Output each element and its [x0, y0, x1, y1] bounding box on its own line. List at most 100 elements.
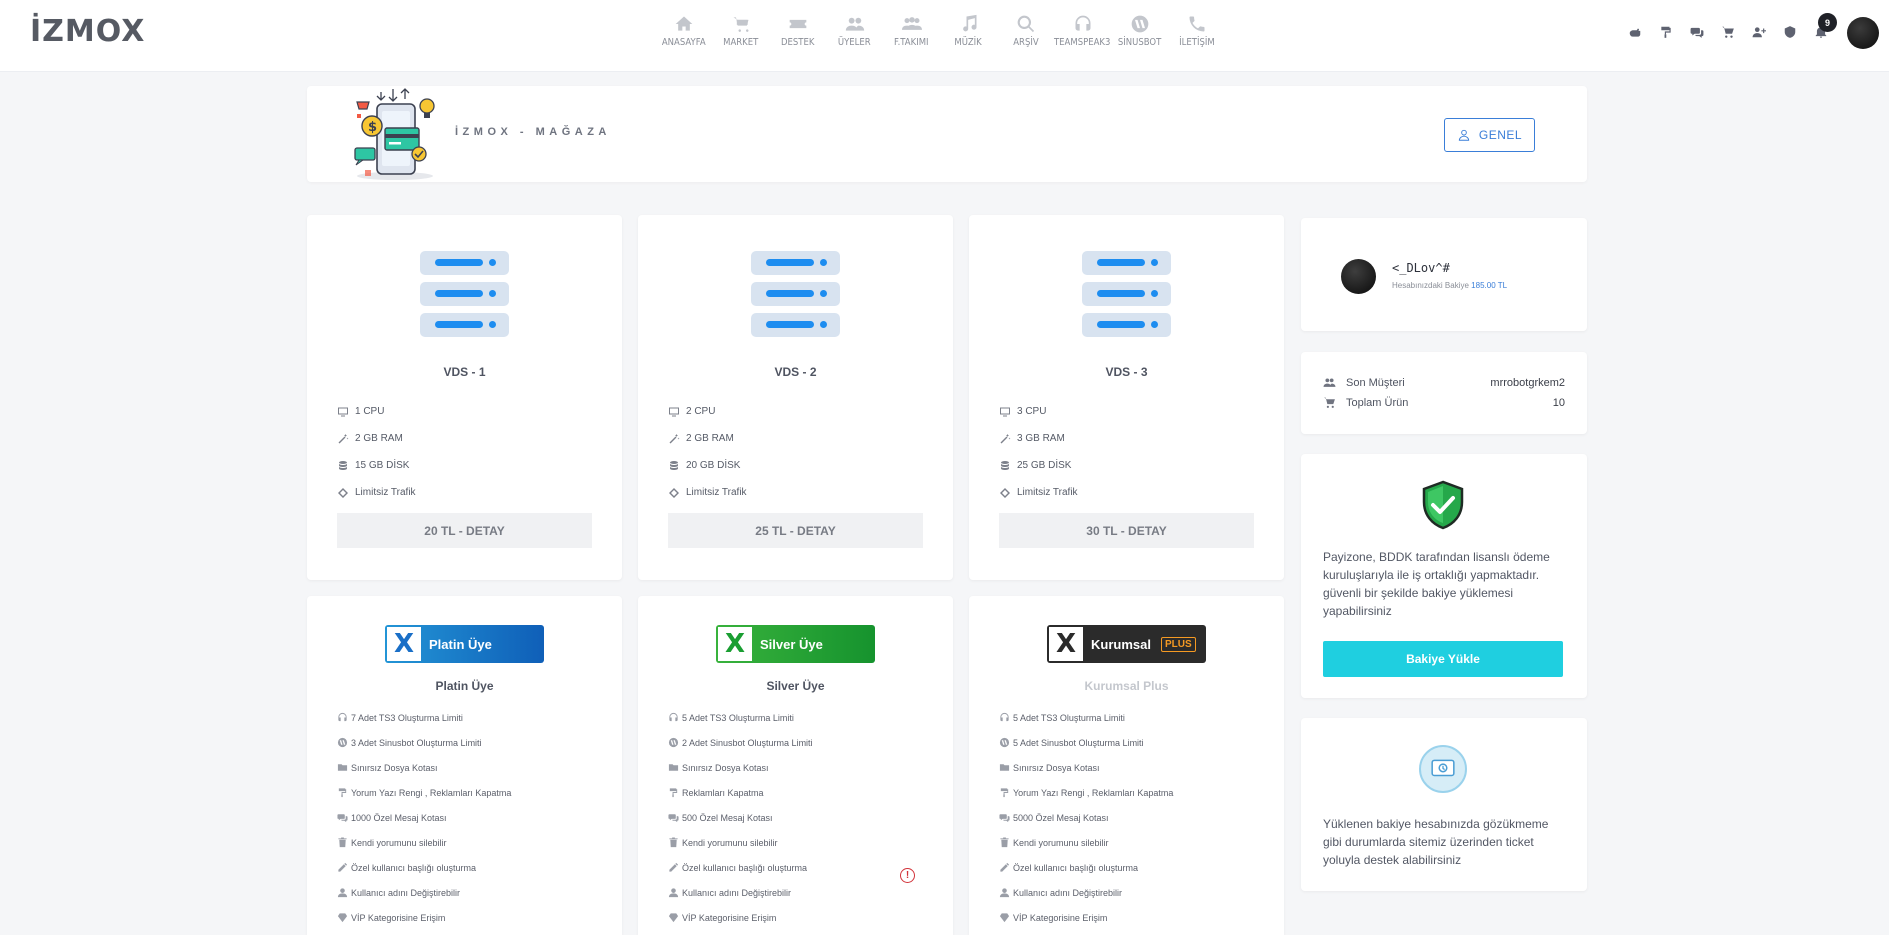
nav-item-members[interactable]: ÜYELER: [826, 14, 883, 48]
last-customer-value[interactable]: mrrobotgrkem2: [1490, 377, 1565, 389]
nav-item-market[interactable]: MARKET: [712, 14, 769, 48]
nav-label: İLETİŞİM: [1178, 37, 1215, 48]
nav-item-archive[interactable]: ARŞİV: [997, 14, 1054, 48]
membership-card-corporate: X Kurumsal PLUS Kurumsal Plus 5 Adet TS3…: [969, 596, 1284, 935]
support-ticket-icon: [1419, 745, 1467, 793]
database-icon: [339, 460, 347, 470]
vds-title: VDS - 3: [1105, 365, 1148, 379]
avatar[interactable]: [1341, 259, 1376, 294]
perk-item: Yorum Yazı Rengi , Reklamları Kapatma: [999, 780, 1173, 805]
perk-item: Özel kullanıcı başlığı oluşturma: [337, 855, 511, 880]
balance-text: Hesabınızdaki Bakiye 185.00 TL: [1392, 281, 1508, 290]
database-icon: [1001, 460, 1009, 470]
perk-item: Reklamları Kapatma: [668, 780, 813, 805]
perk-item: 7 Adet TS3 Oluşturma Limiti: [337, 705, 511, 730]
nav-label: F.TAKIMI: [894, 37, 929, 48]
hand-icon-button[interactable]: [1625, 22, 1645, 42]
nav-label: MARKET: [722, 37, 759, 48]
server-icon: [1082, 251, 1171, 340]
membership-title: Kurumsal Plus: [1084, 679, 1169, 693]
nav-item-support[interactable]: DESTEK: [769, 14, 826, 48]
general-button[interactable]: GENEL: [1444, 118, 1535, 152]
folder-icon: [337, 764, 348, 771]
membership-perk-list: 7 Adet TS3 Oluşturma Limiti 3 Adet Sinus…: [337, 705, 511, 930]
perk-item: 5 Adet TS3 Oluşturma Limiti: [999, 705, 1173, 730]
perk-item: Kendi yorumunu silebilir: [668, 830, 813, 855]
perk-item: VİP Kategorisine Erişim: [668, 905, 813, 930]
user-icon: [668, 888, 679, 898]
nav-label: ANASAYFA: [661, 37, 706, 48]
vds-detail-button[interactable]: 25 TL - DETAY: [668, 513, 923, 548]
pencil-icon: [669, 862, 679, 872]
folder-icon: [668, 764, 679, 771]
perk-item: 3 Adet Sinusbot Oluşturma Limiti: [337, 730, 511, 755]
warning-icon[interactable]: !: [900, 868, 915, 883]
chat-icon: [668, 814, 679, 823]
nav-item-teamspeak[interactable]: TEAMSPEAK3: [1054, 14, 1111, 48]
vds-spec-list: 1 CPU 2 GB RAM 15 GB DİSK Limitsiz Trafi…: [337, 398, 416, 506]
nav-label: ARŞİV: [1012, 37, 1039, 48]
perk-item: Kullanıcı adını Değiştirebilir: [668, 880, 813, 905]
membership-perk-list: 5 Adet TS3 Oluşturma Limiti 5 Adet Sinus…: [999, 705, 1173, 930]
perk-item: Kendi yorumunu silebilir: [999, 830, 1173, 855]
pencil-icon: [338, 862, 348, 872]
cart-icon: [733, 17, 748, 32]
vds-spec-list: 2 CPU 2 GB RAM 20 GB DİSK Limitsiz Trafi…: [668, 398, 747, 506]
membership-card-silver: X Silver Üye Silver Üye 5 Adet TS3 Oluşt…: [638, 596, 953, 935]
shield-check-icon: [1422, 480, 1464, 530]
perk-item: 1000 Özel Mesaj Kotası: [337, 805, 511, 830]
search-icon: [1017, 15, 1034, 33]
headset-icon: [1000, 712, 1009, 722]
perk-item: Yorum Yazı Rengi , Reklamları Kapatma: [337, 780, 511, 805]
notifications-button[interactable]: 9: [1811, 13, 1837, 42]
brush-icon: [338, 788, 347, 798]
svg-text:$: $: [368, 120, 377, 135]
team-icon: [901, 17, 922, 30]
nav-item-music[interactable]: MÜZİK: [940, 14, 997, 48]
vds-detail-button[interactable]: 30 TL - DETAY: [999, 513, 1254, 548]
database-icon: [670, 460, 678, 470]
cart-icon: [1722, 26, 1734, 38]
add-friend-icon-button[interactable]: [1749, 22, 1769, 42]
brush-icon: [1661, 26, 1671, 38]
chat-icon: [337, 814, 348, 823]
music-icon: [962, 14, 976, 32]
vds-detail-button[interactable]: 20 TL - DETAY: [337, 513, 592, 548]
nav-item-sinusbot[interactable]: SİNUSBOT: [1111, 14, 1168, 48]
users-icon: [1323, 378, 1336, 387]
cart-icon-button[interactable]: [1718, 22, 1738, 42]
shield-icon-button[interactable]: [1780, 22, 1800, 42]
headset-icon: [1075, 15, 1090, 31]
store-title: İZMOX - MAĞAZA: [455, 126, 611, 138]
diamond-icon: [668, 913, 679, 923]
x-logo-icon: X: [387, 627, 421, 661]
nav-item-home[interactable]: ANASAYFA: [655, 14, 712, 48]
server-icon: [420, 251, 509, 340]
shield-icon: [1784, 26, 1796, 38]
user-avatar-menu[interactable]: [1847, 17, 1879, 49]
nav-label: SİNUSBOT: [1117, 37, 1162, 48]
total-products-value: 10: [1552, 396, 1565, 409]
store-stats-card: Son Müşteri mrrobotgrkem2 Toplam Ürün 10: [1301, 352, 1587, 434]
brush-icon-button[interactable]: [1656, 22, 1676, 42]
messages-icon-button[interactable]: [1687, 22, 1707, 42]
magic-wand-icon: [669, 433, 680, 443]
user-profile-card: <_DLov^# Hesabınızdaki Bakiye 185.00 TL: [1301, 218, 1587, 331]
phone-icon: [1189, 16, 1204, 32]
nav-item-team[interactable]: F.TAKIMI: [883, 14, 940, 48]
vds-title: VDS - 2: [774, 365, 817, 379]
cart-icon: [1324, 397, 1335, 408]
nav-label: DESTEK: [780, 37, 815, 48]
perk-item: Kullanıcı adını Değiştirebilir: [337, 880, 511, 905]
username[interactable]: <_DLov^#: [1392, 261, 1450, 275]
nav-label: MÜZİK: [954, 37, 983, 48]
site-logo[interactable]: İZMOX: [30, 14, 145, 49]
chat-icon: [1690, 27, 1704, 38]
spec-ram: 3 GB RAM: [999, 425, 1078, 452]
pencil-icon: [1000, 862, 1010, 872]
spec-traffic: Limitsiz Trafik: [337, 479, 416, 506]
spec-disk: 15 GB DİSK: [337, 452, 416, 479]
spec-disk: 25 GB DİSK: [999, 452, 1078, 479]
nav-item-contact[interactable]: İLETİŞİM: [1168, 14, 1225, 48]
load-balance-button[interactable]: Bakiye Yükle: [1323, 641, 1563, 677]
